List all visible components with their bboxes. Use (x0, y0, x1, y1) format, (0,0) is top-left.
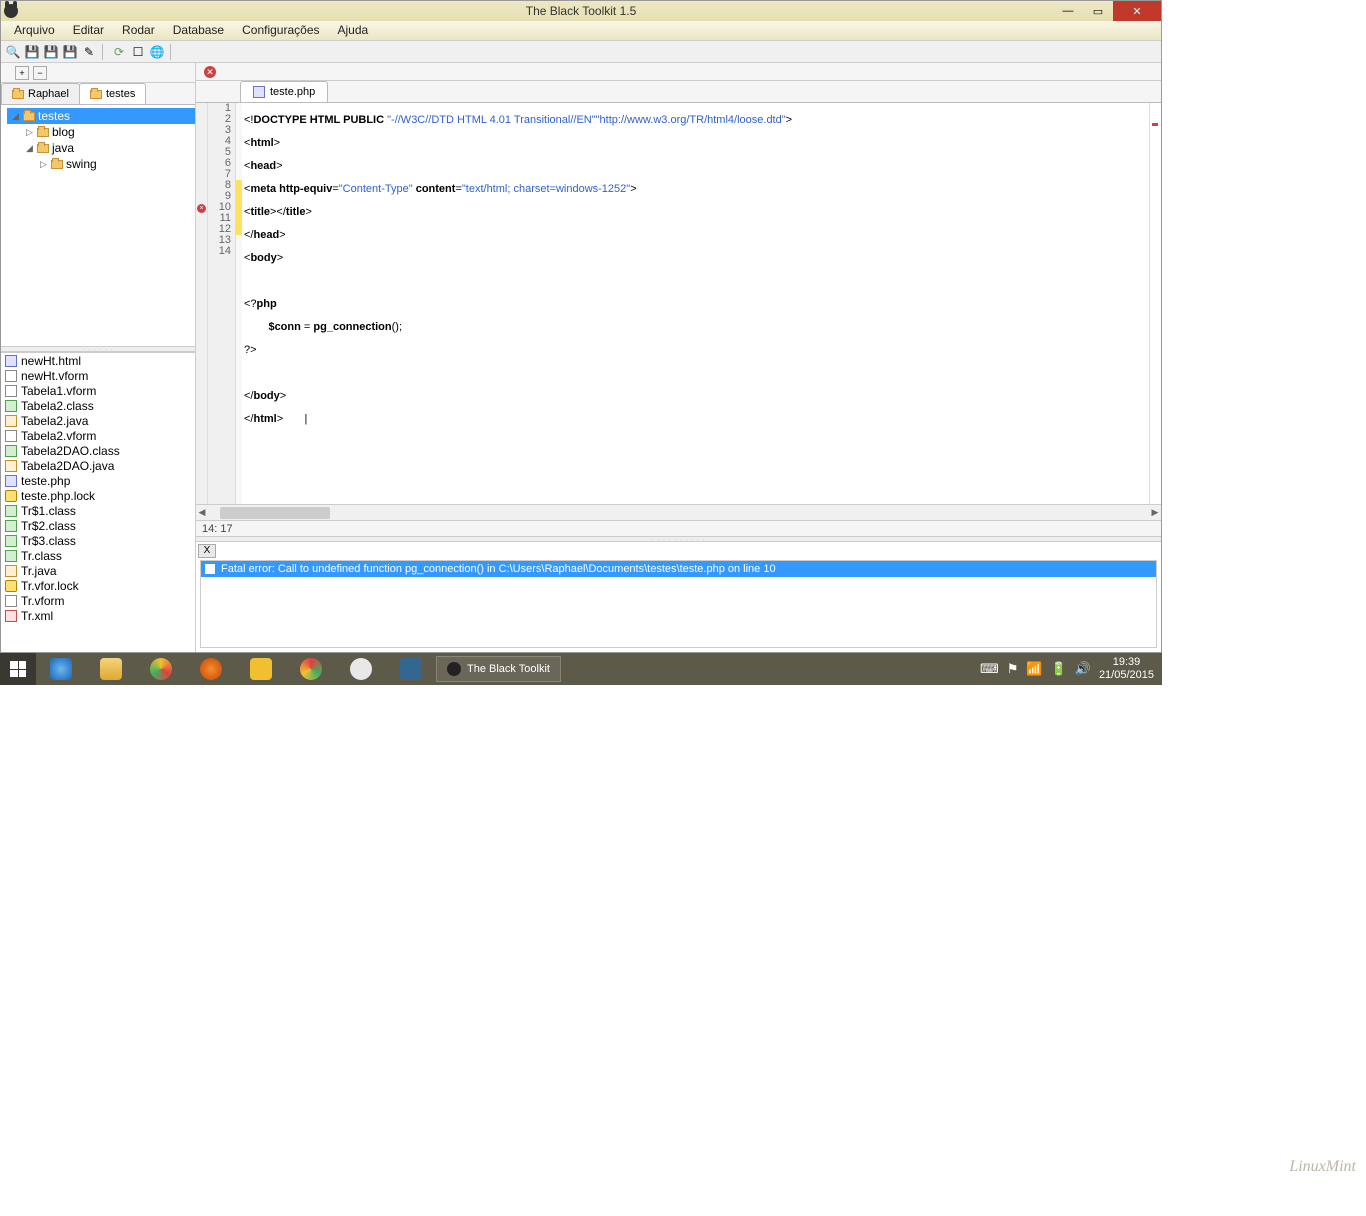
refresh-icon[interactable]: ⟳ (111, 44, 127, 60)
output-panel: X Fatal error: Call to undefined functio… (196, 542, 1161, 652)
line-gutter[interactable]: 1234567891011121314 (208, 103, 236, 504)
folder-icon (12, 90, 24, 99)
file-item[interactable]: newHt.html (1, 353, 195, 368)
wifi-icon[interactable]: 📶 (1026, 661, 1042, 677)
editor-tabs: teste.php (196, 81, 1161, 103)
file-list[interactable]: newHt.htmlnewHt.vformTabela1.vformTabela… (1, 352, 195, 652)
file-item[interactable]: Tr$1.class (1, 503, 195, 518)
maximize-button[interactable]: ▭ (1083, 1, 1113, 21)
project-tab-testes[interactable]: testes (79, 83, 146, 104)
file-item[interactable]: Tabela1.vform (1, 383, 195, 398)
file-item[interactable]: Tr.vfor.lock (1, 578, 195, 593)
taskbar-sogou[interactable] (336, 653, 386, 685)
volume-icon[interactable]: 🔊 (1075, 661, 1091, 677)
menubar: Arquivo Editar Rodar Database Configuraç… (1, 21, 1161, 41)
file-item[interactable]: Tr.xml (1, 608, 195, 623)
taskbar-putty[interactable] (236, 653, 286, 685)
taskbar-ie[interactable] (36, 653, 86, 685)
project-tabs: Raphael testes (1, 83, 195, 105)
sidebar-tools: + − (1, 63, 195, 83)
tree-item[interactable]: ▷swing (7, 156, 195, 172)
overview-ruler[interactable] (1149, 103, 1161, 504)
menu-editar[interactable]: Editar (64, 21, 113, 40)
wand-icon[interactable]: ✎ (81, 44, 97, 60)
remove-tab-icon[interactable]: − (33, 66, 47, 80)
output-close-button[interactable]: X (198, 544, 216, 558)
scroll-thumb[interactable] (220, 507, 330, 519)
file-item[interactable]: Tr.java (1, 563, 195, 578)
taskbar-active-app[interactable]: The Black Toolkit (436, 656, 561, 682)
menu-configuracoes[interactable]: Configurações (233, 21, 328, 40)
file-item[interactable]: Tr.class (1, 548, 195, 563)
taskbar-postgres[interactable] (386, 653, 436, 685)
error-strip: ✕ (196, 63, 1161, 81)
file-item[interactable]: Tabela2DAO.java (1, 458, 195, 473)
system-tray[interactable]: ⌨ ⚑ 📶 🔋 🔊 19:39 21/05/2015 (980, 656, 1162, 682)
folder-icon (90, 90, 102, 99)
editor[interactable]: × 1234567891011121314 <!DOCTYPE HTML PUB… (196, 103, 1161, 504)
file-item[interactable]: Tr$2.class (1, 518, 195, 533)
tree-item[interactable]: ◢java (7, 140, 195, 156)
taskbar[interactable]: The Black Toolkit ⌨ ⚑ 📶 🔋 🔊 19:39 21/05/… (0, 653, 1162, 685)
horizontal-scrollbar[interactable]: ◀ ▶ (196, 504, 1161, 520)
file-item[interactable]: Tabela2.java (1, 413, 195, 428)
app-icon (4, 4, 18, 18)
keyboard-icon[interactable]: ⌨ (980, 661, 999, 677)
project-tab-raphael[interactable]: Raphael (1, 83, 80, 104)
output-error-row[interactable]: Fatal error: Call to undefined function … (201, 561, 1156, 577)
taskbar-chrome[interactable] (286, 653, 336, 685)
file-item[interactable]: Tabela2.vform (1, 428, 195, 443)
error-icon[interactable]: ✕ (204, 66, 216, 78)
output-body[interactable]: Fatal error: Call to undefined function … (200, 560, 1157, 648)
menu-database[interactable]: Database (164, 21, 233, 40)
toolbar: 🔍 💾 💾 💾 ✎ ⟳ ☐ 🌐 (1, 41, 1161, 63)
window-title: The Black Toolkit 1.5 (526, 4, 637, 18)
php-file-icon (253, 86, 265, 98)
box-icon[interactable]: ☐ (130, 44, 146, 60)
file-item[interactable]: Tabela2DAO.class (1, 443, 195, 458)
file-item[interactable]: Tr$3.class (1, 533, 195, 548)
taskbar-firefox[interactable] (186, 653, 236, 685)
menu-ajuda[interactable]: Ajuda (329, 21, 378, 40)
sidebar: + − Raphael testes ◢testes▷blog◢java▷swi… (1, 63, 196, 652)
taskbar-chrome-canary[interactable] (136, 653, 186, 685)
file-item[interactable]: teste.php (1, 473, 195, 488)
clock[interactable]: 19:39 21/05/2015 (1099, 656, 1154, 682)
file-item[interactable]: teste.php.lock (1, 488, 195, 503)
taskbar-explorer[interactable] (86, 653, 136, 685)
file-item[interactable]: newHt.vform (1, 368, 195, 383)
start-button[interactable] (0, 653, 36, 685)
watermark: LinuxMint (1289, 1158, 1356, 1176)
marker-column: × (196, 103, 208, 504)
battery-icon[interactable]: 🔋 (1051, 661, 1067, 677)
file-item[interactable]: Tr.vform (1, 593, 195, 608)
save-all-icon[interactable]: 💾 (62, 44, 78, 60)
menu-arquivo[interactable]: Arquivo (5, 21, 64, 40)
file-item[interactable]: Tabela2.class (1, 398, 195, 413)
editor-panel: ✕ teste.php × 1234567891011121314 <!DOCT… (196, 63, 1161, 652)
editor-tab-teste-php[interactable]: teste.php (240, 81, 328, 102)
error-mark[interactable] (1152, 123, 1158, 126)
menu-rodar[interactable]: Rodar (113, 21, 164, 40)
minimize-button[interactable]: — (1053, 1, 1083, 21)
code-area[interactable]: <!DOCTYPE HTML PUBLIC "-//W3C//DTD HTML … (242, 103, 1149, 504)
app-window: The Black Toolkit 1.5 — ▭ ✕ Arquivo Edit… (0, 0, 1162, 653)
output-marker-icon (205, 564, 215, 574)
titlebar[interactable]: The Black Toolkit 1.5 — ▭ ✕ (1, 1, 1161, 21)
tree-item[interactable]: ◢testes (7, 108, 195, 124)
tree-item[interactable]: ▷blog (7, 124, 195, 140)
folder-tree[interactable]: ◢testes▷blog◢java▷swing (1, 105, 195, 346)
flag-icon[interactable]: ⚑ (1007, 661, 1019, 677)
save-dark-icon[interactable]: 💾 (43, 44, 59, 60)
save-icon[interactable]: 💾 (24, 44, 40, 60)
close-button[interactable]: ✕ (1113, 1, 1161, 21)
globe-icon[interactable]: 🌐 (149, 44, 165, 60)
cursor-status: 14: 17 (196, 520, 1161, 536)
add-tab-icon[interactable]: + (15, 66, 29, 80)
search-icon[interactable]: 🔍 (5, 44, 21, 60)
